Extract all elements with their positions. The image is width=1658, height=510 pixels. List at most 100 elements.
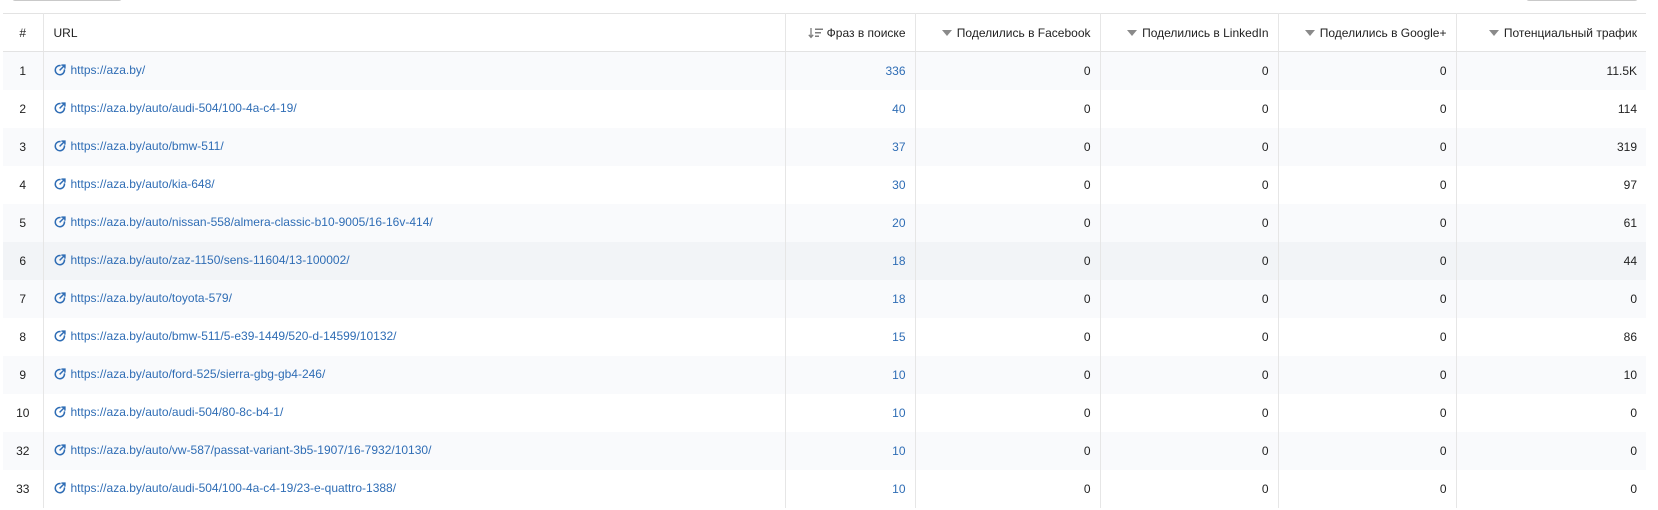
phrases-count-link[interactable]: 336 — [785, 51, 916, 90]
row-number: 1 — [3, 51, 44, 90]
row-number: 33 — [3, 469, 44, 508]
url-link[interactable]: https://aza.by/auto/audi-504/100-4a-c4-1… — [54, 101, 297, 115]
row-number: 2 — [3, 89, 44, 128]
url-text[interactable]: https://aza.by/auto/ford-525/sierra-gbg-… — [71, 367, 326, 381]
url-text[interactable]: https://aza.by/auto/bmw-511/5-e39-1449/5… — [71, 329, 397, 343]
url-link[interactable]: https://aza.by/auto/bmw-511/5-e39-1449/5… — [54, 329, 397, 343]
phrases-count-link[interactable]: 10 — [785, 393, 916, 432]
table-row: 32 https://aza.by/auto/vw-587/passat-var… — [3, 431, 1646, 470]
phrases-count-link[interactable]: 15 — [785, 317, 916, 356]
column-header-phrases[interactable]: Фраз в поиске — [785, 13, 916, 52]
url-text[interactable]: https://aza.by/auto/audi-504/100-4a-c4-1… — [71, 101, 297, 115]
linkedin-shares: 0 — [1100, 393, 1279, 432]
facebook-shares: 0 — [915, 393, 1101, 432]
row-number: 5 — [3, 203, 44, 242]
external-link-icon[interactable] — [54, 367, 66, 380]
sort-caret-icon — [1304, 29, 1315, 36]
url-link[interactable]: https://aza.by/auto/ford-525/sierra-gbg-… — [54, 367, 326, 381]
external-link-icon[interactable] — [54, 177, 66, 190]
url-text[interactable]: https://aza.by/auto/kia-648/ — [71, 177, 215, 191]
linkedin-shares: 0 — [1100, 355, 1279, 394]
column-header-facebook[interactable]: Поделились в Facebook — [915, 13, 1101, 52]
phrases-count-link[interactable]: 20 — [785, 203, 916, 242]
phrases-count-link[interactable]: 40 — [785, 89, 916, 128]
url-link[interactable]: https://aza.by/ — [54, 63, 146, 77]
external-link-icon[interactable] — [54, 139, 66, 152]
column-header-linkedin[interactable]: Поделились в LinkedIn — [1100, 13, 1279, 52]
linkedin-shares: 0 — [1100, 89, 1279, 128]
external-link-icon[interactable] — [54, 101, 66, 114]
google-shares: 0 — [1278, 127, 1457, 166]
url-link[interactable]: https://aza.by/auto/bmw-511/ — [54, 139, 224, 153]
potential-traffic: 97 — [1456, 165, 1646, 204]
url-text[interactable]: https://aza.by/auto/zaz-1150/sens-11604/… — [71, 253, 350, 267]
potential-traffic: 44 — [1456, 241, 1646, 280]
phrases-count-link[interactable]: 37 — [785, 127, 916, 166]
url-link[interactable]: https://aza.by/auto/audi-504/80-8c-b4-1/ — [54, 405, 284, 419]
url-link[interactable]: https://aza.by/auto/nissan-558/almera-cl… — [54, 215, 433, 229]
table-row: 33 https://aza.by/auto/audi-504/100-4a-c… — [3, 469, 1646, 508]
phrases-count-link[interactable]: 10 — [785, 431, 916, 470]
url-text[interactable]: https://aza.by/auto/toyota-579/ — [71, 291, 232, 305]
row-url-cell: https://aza.by/auto/bmw-511/5-e39-1449/5… — [43, 317, 786, 356]
linkedin-shares: 0 — [1100, 127, 1279, 166]
linkedin-shares: 0 — [1100, 203, 1279, 242]
phrases-count-link[interactable]: 30 — [785, 165, 916, 204]
facebook-shares: 0 — [915, 317, 1101, 356]
column-header-traffic[interactable]: Потенциальный трафик — [1456, 13, 1646, 52]
row-number: 10 — [3, 393, 44, 432]
url-link[interactable]: https://aza.by/auto/audi-504/100-4a-c4-1… — [54, 481, 397, 495]
url-text[interactable]: https://aza.by/ — [71, 63, 146, 77]
potential-traffic: 0 — [1456, 279, 1646, 318]
sort-descending-icon — [807, 27, 823, 39]
phrases-count-link[interactable]: 18 — [785, 279, 916, 318]
external-link-icon[interactable] — [54, 481, 66, 494]
url-text[interactable]: https://aza.by/auto/nissan-558/almera-cl… — [71, 215, 433, 229]
facebook-shares: 0 — [915, 469, 1101, 508]
external-link-icon[interactable] — [54, 64, 66, 76]
external-link-icon[interactable] — [54, 215, 66, 228]
row-url-cell: https://aza.by/auto/audi-504/80-8c-b4-1/ — [43, 393, 786, 432]
url-link[interactable]: https://aza.by/auto/toyota-579/ — [54, 291, 232, 305]
facebook-shares: 0 — [915, 89, 1101, 128]
phrases-count-link[interactable]: 10 — [785, 469, 916, 508]
sort-caret-icon — [941, 29, 952, 36]
potential-traffic: 0 — [1456, 393, 1646, 432]
url-link[interactable]: https://aza.by/auto/vw-587/passat-varian… — [54, 443, 432, 457]
external-link-icon[interactable] — [54, 405, 66, 418]
linkedin-shares: 0 — [1100, 469, 1279, 508]
google-shares: 0 — [1278, 355, 1457, 394]
external-link-icon[interactable] — [54, 253, 66, 266]
row-number: 6 — [3, 241, 44, 280]
external-link-icon[interactable] — [54, 443, 66, 456]
phrases-count-link[interactable]: 10 — [785, 355, 916, 394]
table-row: 3 https://aza.by/auto/bmw-511/ 37 0 0 0 … — [3, 127, 1646, 166]
url-text[interactable]: https://aza.by/auto/audi-504/80-8c-b4-1/ — [71, 405, 284, 419]
phrases-count-link[interactable]: 18 — [785, 241, 916, 280]
external-link-icon[interactable] — [54, 291, 66, 304]
linkedin-shares: 0 — [1100, 165, 1279, 204]
url-text[interactable]: https://aza.by/auto/bmw-511/ — [71, 139, 224, 153]
column-header-google[interactable]: Поделились в Google+ — [1278, 13, 1457, 52]
potential-traffic: 10 — [1456, 355, 1646, 394]
column-header-url[interactable]: URL — [43, 13, 786, 52]
row-number: 9 — [3, 355, 44, 394]
linkedin-shares: 0 — [1100, 279, 1279, 318]
row-number: 7 — [3, 279, 44, 318]
linkedin-shares: 0 — [1100, 317, 1279, 356]
url-link[interactable]: https://aza.by/auto/kia-648/ — [54, 177, 215, 191]
row-url-cell: https://aza.by/auto/audi-504/100-4a-c4-1… — [43, 469, 786, 508]
table-row: 2 https://aza.by/auto/audi-504/100-4a-c4… — [3, 89, 1646, 128]
potential-traffic: 11.5K — [1456, 51, 1646, 90]
facebook-shares: 0 — [915, 203, 1101, 242]
url-link[interactable]: https://aza.by/auto/zaz-1150/sens-11604/… — [54, 253, 350, 267]
potential-traffic: 319 — [1456, 127, 1646, 166]
google-shares: 0 — [1278, 51, 1457, 90]
external-link-icon[interactable] — [54, 329, 66, 342]
toolbar-button-right[interactable] — [1526, 0, 1638, 1]
url-text[interactable]: https://aza.by/auto/audi-504/100-4a-c4-1… — [71, 481, 397, 495]
url-text[interactable]: https://aza.by/auto/vw-587/passat-varian… — [71, 443, 432, 457]
potential-traffic: 86 — [1456, 317, 1646, 356]
toolbar-button-left[interactable] — [12, 0, 122, 1]
linkedin-shares: 0 — [1100, 431, 1279, 470]
